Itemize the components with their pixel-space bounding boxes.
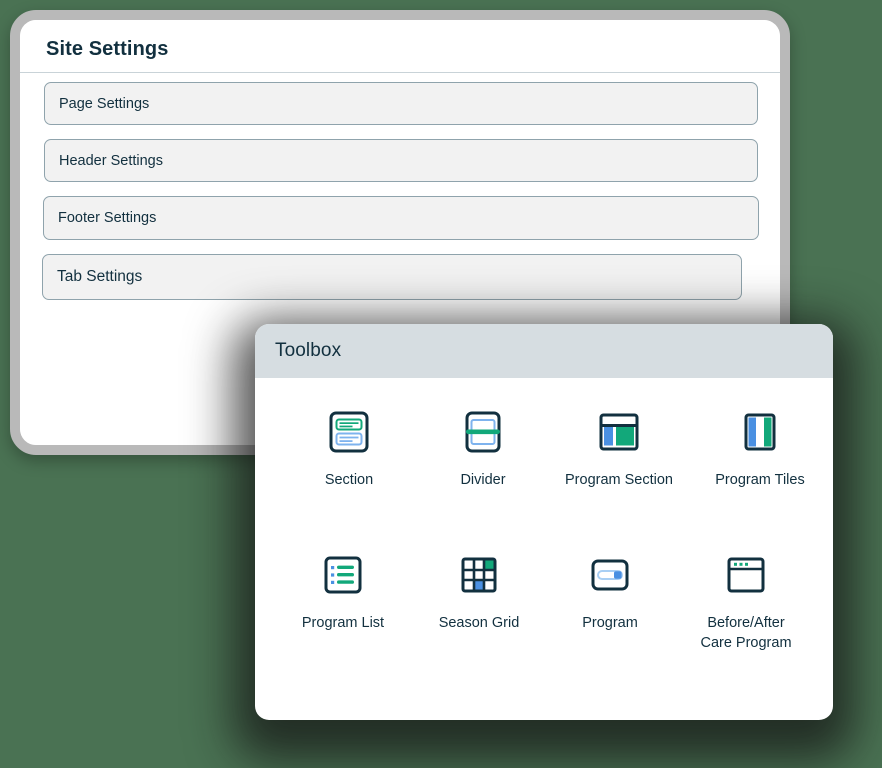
program-icon [591, 559, 629, 591]
toolbox-body: Section Divider Program Section Program … [255, 378, 833, 654]
divider-icon [465, 411, 501, 453]
settings-item-label: Tab Settings [57, 268, 143, 285]
toolbox-window: Toolbox Section Divider Program Section … [255, 324, 833, 720]
section-icon [329, 411, 369, 453]
toolbox-title: Toolbox [275, 340, 342, 361]
settings-item-header-settings[interactable]: Header Settings [44, 139, 758, 182]
program-section-icon [599, 413, 639, 451]
tool-label: Program Section [565, 472, 673, 488]
tool-item-section[interactable]: Section [275, 410, 423, 491]
tool-item-program[interactable]: Program [539, 553, 681, 634]
page-title: Site Settings [46, 38, 169, 60]
tool-label: Before/After Care Program [700, 614, 792, 652]
settings-item-tab-settings[interactable]: Tab Settings [42, 254, 742, 300]
toolbox-header: Toolbox [255, 324, 833, 378]
toolbox-row: Program List Season Grid Program Before/… [255, 491, 833, 654]
screen: Site Settings Page Settings Header Setti… [0, 0, 882, 768]
tool-item-season-grid[interactable]: Season Grid [419, 553, 539, 634]
tool-label: Program Tiles [715, 472, 805, 488]
title-divider [20, 72, 780, 73]
settings-item-footer-settings[interactable]: Footer Settings [43, 196, 759, 240]
tool-item-divider[interactable]: Divider [423, 410, 543, 491]
settings-item-label: Page Settings [59, 95, 150, 112]
tool-label: Program [582, 614, 638, 631]
tool-item-program-tiles[interactable]: Program Tiles [695, 410, 825, 491]
settings-item-page-settings[interactable]: Page Settings [44, 82, 758, 125]
tool-item-program-section[interactable]: Program Section [543, 410, 695, 491]
tool-label: Season Grid [438, 614, 520, 631]
settings-item-label: Footer Settings [58, 210, 157, 226]
program-tiles-icon [744, 413, 776, 451]
before-after-care-program-icon [727, 557, 765, 593]
settings-item-label: Header Settings [59, 152, 163, 169]
program-list-icon [324, 556, 362, 594]
toolbox-row: Section Divider Program Section Program … [255, 402, 833, 491]
tool-label: Divider [460, 472, 506, 488]
tool-item-before-after-care-program[interactable]: Before/After Care Program [681, 553, 811, 654]
tool-label: Section [324, 472, 374, 488]
tool-item-program-list[interactable]: Program List [267, 553, 419, 634]
season-grid-icon [461, 557, 497, 593]
tool-label: Program List [301, 614, 385, 631]
settings-list: Page Settings Header Settings Footer Set… [20, 82, 780, 314]
